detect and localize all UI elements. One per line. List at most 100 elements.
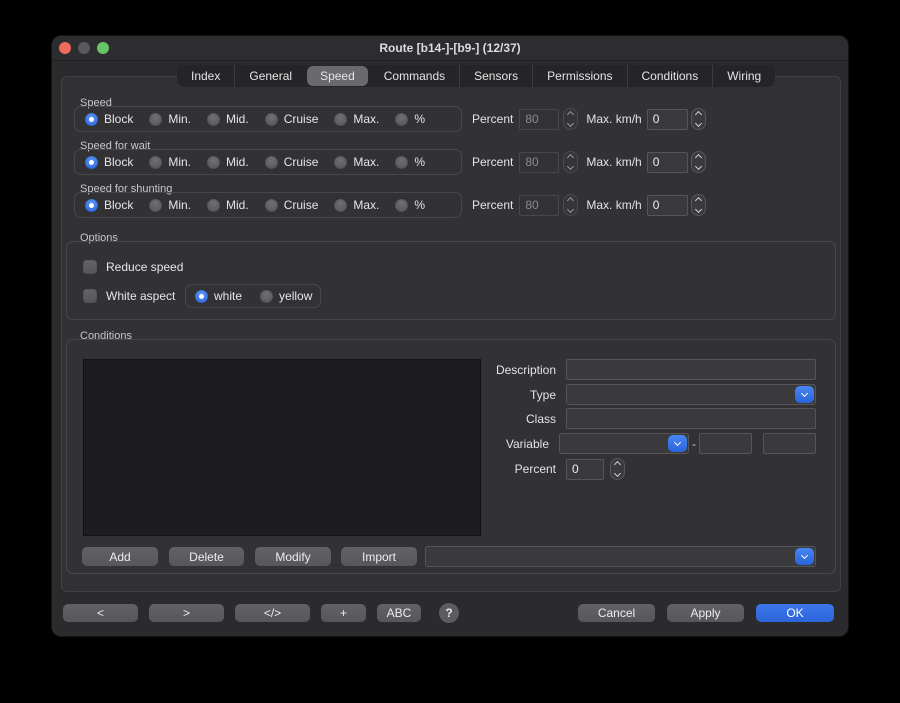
stepper-down-icon <box>695 120 702 127</box>
tab-wiring[interactable]: Wiring <box>712 65 775 87</box>
radio-block[interactable]: Block <box>85 198 133 212</box>
max-kmh-stepper[interactable] <box>691 194 706 216</box>
speed-tab-page: Speed Block Min. Mid. Cruise Max. % Perc… <box>61 76 841 592</box>
radio-percent[interactable]: % <box>395 155 425 169</box>
radio-yellow[interactable]: yellow <box>260 289 312 303</box>
ok-button[interactable]: OK <box>756 604 834 622</box>
help-button[interactable]: ? <box>439 603 459 623</box>
tab-general[interactable]: General <box>234 65 306 87</box>
radio-cruise[interactable]: Cruise <box>265 155 319 169</box>
conditions-list[interactable] <box>83 359 481 536</box>
radio-dot-icon <box>207 199 220 212</box>
tab-conditions[interactable]: Conditions <box>627 65 713 87</box>
speed-wait-row: Block Min. Mid. Cruise Max. % Percent Ma… <box>74 149 706 175</box>
stepper-up-icon <box>567 197 574 204</box>
tab-permissions[interactable]: Permissions <box>532 65 626 87</box>
percent-input[interactable] <box>519 195 559 216</box>
reduce-speed-checkbox[interactable] <box>83 260 97 274</box>
apply-button[interactable]: Apply <box>667 604 744 622</box>
max-kmh-input[interactable] <box>647 195 688 216</box>
radio-block[interactable]: Block <box>85 155 133 169</box>
stepper-up-icon <box>695 154 702 161</box>
radio-dot-icon <box>265 156 278 169</box>
class-label: Class <box>447 412 556 426</box>
class-row: Class <box>447 408 816 429</box>
radio-max[interactable]: Max. <box>334 112 379 126</box>
condition-percent-label: Percent <box>447 462 556 476</box>
minimize-window-icon[interactable] <box>78 42 90 54</box>
radio-percent[interactable]: % <box>395 198 425 212</box>
radio-dot-icon <box>265 199 278 212</box>
max-kmh-stepper[interactable] <box>691 151 706 173</box>
conditions-preset-dropdown[interactable] <box>425 546 816 567</box>
max-kmh-label: Max. km/h <box>586 155 641 169</box>
chevron-down-icon[interactable] <box>795 386 814 403</box>
condition-percent-stepper[interactable] <box>610 458 625 480</box>
stepper-up-icon <box>567 154 574 161</box>
max-kmh-input[interactable] <box>647 109 688 130</box>
variable-to-input[interactable] <box>763 433 816 454</box>
class-input[interactable] <box>566 408 816 429</box>
stepper-down-icon <box>567 206 574 213</box>
variable-dropdown[interactable] <box>559 433 689 454</box>
tab-sensors[interactable]: Sensors <box>459 65 532 87</box>
radio-percent[interactable]: % <box>395 112 425 126</box>
close-window-icon[interactable] <box>59 42 71 54</box>
import-button[interactable]: Import <box>341 547 417 566</box>
radio-cruise[interactable]: Cruise <box>265 112 319 126</box>
type-label: Type <box>447 388 556 402</box>
radio-block[interactable]: Block <box>85 112 133 126</box>
radio-dot-icon <box>334 156 347 169</box>
variable-from-input[interactable] <box>699 433 752 454</box>
condition-percent-input[interactable] <box>566 459 604 480</box>
abc-button[interactable]: ABC <box>377 604 421 622</box>
white-aspect-checkbox[interactable] <box>83 289 97 303</box>
radio-max[interactable]: Max. <box>334 155 379 169</box>
radio-max[interactable]: Max. <box>334 198 379 212</box>
radio-mid[interactable]: Mid. <box>207 155 249 169</box>
conditions-buttons-row: Add Delete Modify Import <box>82 546 816 567</box>
radio-min[interactable]: Min. <box>149 112 191 126</box>
radio-dot-icon <box>149 156 162 169</box>
stepper-down-icon <box>614 470 621 477</box>
type-dropdown[interactable] <box>566 384 816 405</box>
radio-mid[interactable]: Mid. <box>207 112 249 126</box>
radio-dot-icon <box>395 199 408 212</box>
tab-index[interactable]: Index <box>177 65 234 87</box>
tab-commands[interactable]: Commands <box>369 65 459 87</box>
percent-input[interactable] <box>519 152 559 173</box>
description-row: Description <box>447 359 816 380</box>
cancel-button[interactable]: Cancel <box>578 604 655 622</box>
radio-cruise[interactable]: Cruise <box>265 198 319 212</box>
next-button[interactable]: > <box>149 604 224 622</box>
description-input[interactable] <box>566 359 816 380</box>
tab-speed[interactable]: Speed <box>307 66 368 86</box>
percent-stepper[interactable] <box>563 194 578 216</box>
percent-input[interactable] <box>519 109 559 130</box>
max-kmh-input[interactable] <box>647 152 688 173</box>
traffic-lights <box>59 42 109 54</box>
radio-dot-icon <box>395 156 408 169</box>
percent-label: Percent <box>472 112 513 126</box>
speed-radio-group: Block Min. Mid. Cruise Max. % <box>74 106 462 132</box>
max-kmh-stepper[interactable] <box>691 108 706 130</box>
percent-stepper[interactable] <box>563 151 578 173</box>
zoom-window-icon[interactable] <box>97 42 109 54</box>
radio-white[interactable]: white <box>195 289 242 303</box>
xml-button[interactable]: </> <box>235 604 310 622</box>
add-new-button[interactable]: + <box>321 604 366 622</box>
percent-stepper[interactable] <box>563 108 578 130</box>
type-row: Type <box>447 384 816 405</box>
modify-button[interactable]: Modify <box>255 547 331 566</box>
prev-button[interactable]: < <box>63 604 138 622</box>
percent-label: Percent <box>472 198 513 212</box>
radio-min[interactable]: Min. <box>149 155 191 169</box>
chevron-down-icon[interactable] <box>795 548 814 565</box>
radio-min[interactable]: Min. <box>149 198 191 212</box>
delete-button[interactable]: Delete <box>169 547 244 566</box>
radio-mid[interactable]: Mid. <box>207 198 249 212</box>
aspect-radio-group: white yellow <box>185 284 321 308</box>
chevron-down-icon[interactable] <box>668 435 687 452</box>
add-button[interactable]: Add <box>82 547 158 566</box>
radio-dot-icon <box>207 156 220 169</box>
